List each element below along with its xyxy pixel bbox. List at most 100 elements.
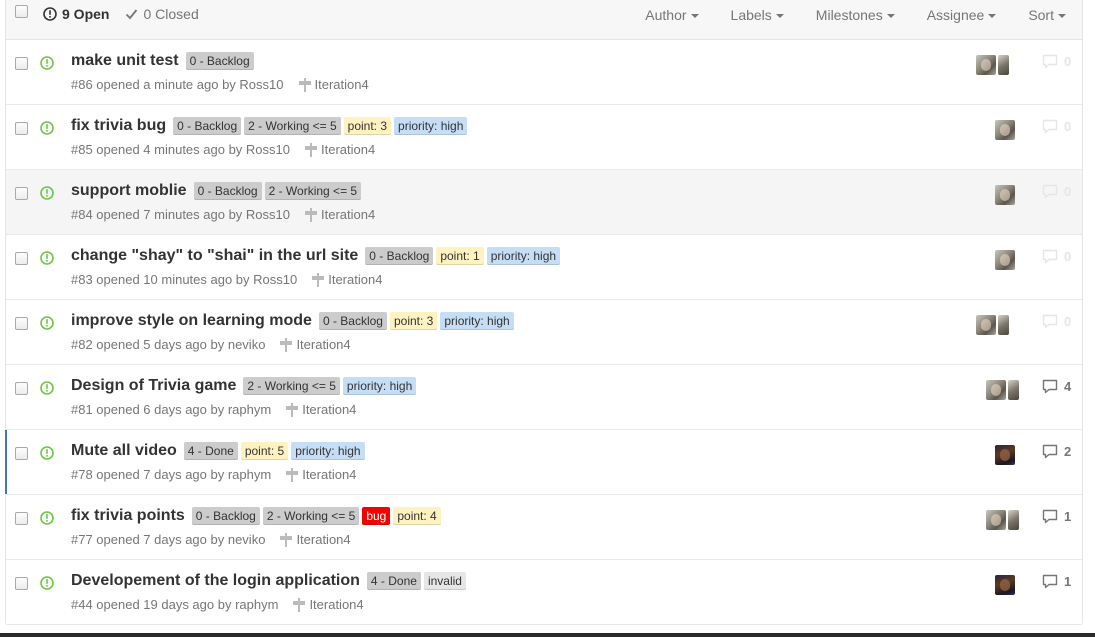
issue-label[interactable]: priority: high [440,312,514,330]
issue-opened-icon [40,56,54,75]
issue-row[interactable]: support moblie 0 - Backlog 2 - Working <= … [6,170,1082,235]
issue-title-link[interactable]: improve style on learning mode [71,312,312,330]
issue-title-link[interactable]: fix trivia points [71,507,185,525]
issue-meta: #78 opened 7 days ago by raphym Iteration… [71,467,356,482]
issue-label[interactable]: 2 - Working <= 5 [264,182,362,200]
issue-row[interactable]: change "shay" to "shai" in the url site 0… [6,235,1082,300]
comments-link[interactable]: 2 [1042,444,1071,459]
comment-icon [1042,379,1064,394]
issue-title-link[interactable]: Developement of the login application [71,572,360,590]
avatar[interactable] [995,185,1015,205]
milestone-link[interactable]: Iteration4 [293,597,364,612]
issue-label[interactable]: priority: high [291,442,365,460]
issue-title-link[interactable]: Design of Trivia game [71,377,236,395]
issue-opened-icon [40,316,54,335]
avatar[interactable] [995,250,1015,270]
comments-link[interactable]: 0 [1042,314,1071,329]
author-filter[interactable]: Author [645,7,699,23]
issue-label[interactable]: invalid [423,572,466,590]
comment-icon [1042,184,1064,199]
issue-checkbox[interactable] [15,577,28,590]
milestone-link[interactable]: Iteration4 [280,532,351,547]
issue-opened-info: #86 opened a minute ago by Ross10 [71,77,284,92]
avatar[interactable] [995,120,1015,140]
comments-link[interactable]: 1 [1042,509,1071,524]
issue-title-line: support moblie 0 - Backlog 2 - Working <= … [71,182,364,200]
issue-title-link[interactable]: fix trivia bug [71,117,166,135]
milestone-link[interactable]: Iteration4 [280,337,351,352]
avatar[interactable] [976,315,996,335]
avatar[interactable] [1008,380,1019,400]
milestone-link[interactable]: Iteration4 [312,272,382,287]
issue-checkbox[interactable] [15,447,28,460]
sort-filter[interactable]: Sort [1028,7,1066,23]
assignee-avatars [974,315,1009,335]
issue-label[interactable]: point: 3 [343,117,392,135]
issue-label[interactable]: 0 - Backlog [193,182,262,200]
labels-filter[interactable]: Labels [731,7,784,23]
open-count-label: 9 Open [62,6,110,22]
avatar[interactable] [995,575,1015,595]
issue-checkbox[interactable] [15,382,28,395]
issue-row[interactable]: fix trivia bug 0 - Backlog 2 - Working <= … [6,105,1082,170]
issue-row[interactable]: fix trivia points 0 - Backlog 2 - Working … [6,495,1082,560]
avatar[interactable] [986,510,1006,530]
issue-title-link[interactable]: make unit test [71,52,179,70]
issue-label[interactable]: point: 3 [389,312,438,330]
issue-label[interactable]: priority: high [342,377,417,395]
issue-label[interactable]: 0 - Backlog [365,247,434,265]
avatar[interactable] [1008,510,1019,530]
issue-row[interactable]: Design of Trivia game 2 - Working <= 5 pri… [6,365,1082,430]
issue-checkbox[interactable] [15,512,28,525]
milestone-link[interactable]: Iteration4 [286,467,356,482]
issue-row[interactable]: make unit test 0 - Backlog #86 opened a mi… [6,40,1082,105]
issue-label[interactable]: 0 - Backlog [173,117,242,135]
issue-title-link[interactable]: support moblie [71,182,187,200]
issue-checkbox[interactable] [15,122,28,135]
comments-link[interactable]: 0 [1042,119,1071,134]
issue-row[interactable]: Developement of the login application 4 -… [6,560,1082,624]
closed-issues-link[interactable]: 0 Closed [125,6,199,22]
issue-checkbox[interactable] [15,57,28,70]
issue-label[interactable]: 4 - Done [183,442,238,460]
issue-label[interactable]: 0 - Backlog [185,52,254,70]
comments-link[interactable]: 0 [1042,249,1071,264]
issue-label[interactable]: 4 - Done [366,572,421,590]
open-issues-link[interactable]: 9 Open [43,6,109,22]
milestones-filter[interactable]: Milestones [816,7,895,23]
comments-link[interactable]: 0 [1042,54,1071,69]
milestone-link[interactable]: Iteration4 [298,77,369,92]
issue-label[interactable]: bug [362,507,391,525]
comments-link[interactable]: 1 [1042,574,1071,589]
issue-checkbox[interactable] [15,317,28,330]
issue-row[interactable]: Mute all video 4 - Done point: 5 priority: … [5,430,1082,495]
issue-label[interactable]: point: 4 [393,507,441,525]
avatar[interactable] [998,315,1009,335]
issue-title-link[interactable]: change "shay" to "shai" in the url site [71,247,358,265]
avatar[interactable] [998,55,1009,75]
issue-label[interactable]: point: 5 [240,442,289,460]
comments-link[interactable]: 4 [1042,379,1071,394]
comment-icon [1042,314,1064,329]
issue-label[interactable]: 0 - Backlog [191,507,260,525]
issue-label[interactable]: 2 - Working <= 5 [244,117,341,135]
issue-label[interactable]: 2 - Working <= 5 [262,507,360,525]
milestone-link[interactable]: Iteration4 [286,402,356,417]
avatar[interactable] [976,55,996,75]
issue-checkbox[interactable] [15,252,28,265]
issue-label[interactable]: priority: high [394,117,468,135]
issue-label[interactable]: point: 1 [436,247,484,265]
assignee-filter[interactable]: Assignee [927,7,997,23]
comments-link[interactable]: 0 [1042,184,1071,199]
milestone-link[interactable]: Iteration4 [305,207,375,222]
milestone-link[interactable]: Iteration4 [305,142,375,157]
avatar[interactable] [995,445,1015,465]
issue-checkbox[interactable] [15,187,28,200]
issue-label[interactable]: 0 - Backlog [318,312,387,330]
avatar[interactable] [986,380,1006,400]
issue-label[interactable]: 2 - Working <= 5 [243,377,340,395]
issue-row[interactable]: improve style on learning mode 0 - Backlo… [6,300,1082,365]
issue-title-link[interactable]: Mute all video [71,442,177,460]
select-all-checkbox[interactable] [15,5,28,18]
issue-label[interactable]: priority: high [486,247,561,265]
